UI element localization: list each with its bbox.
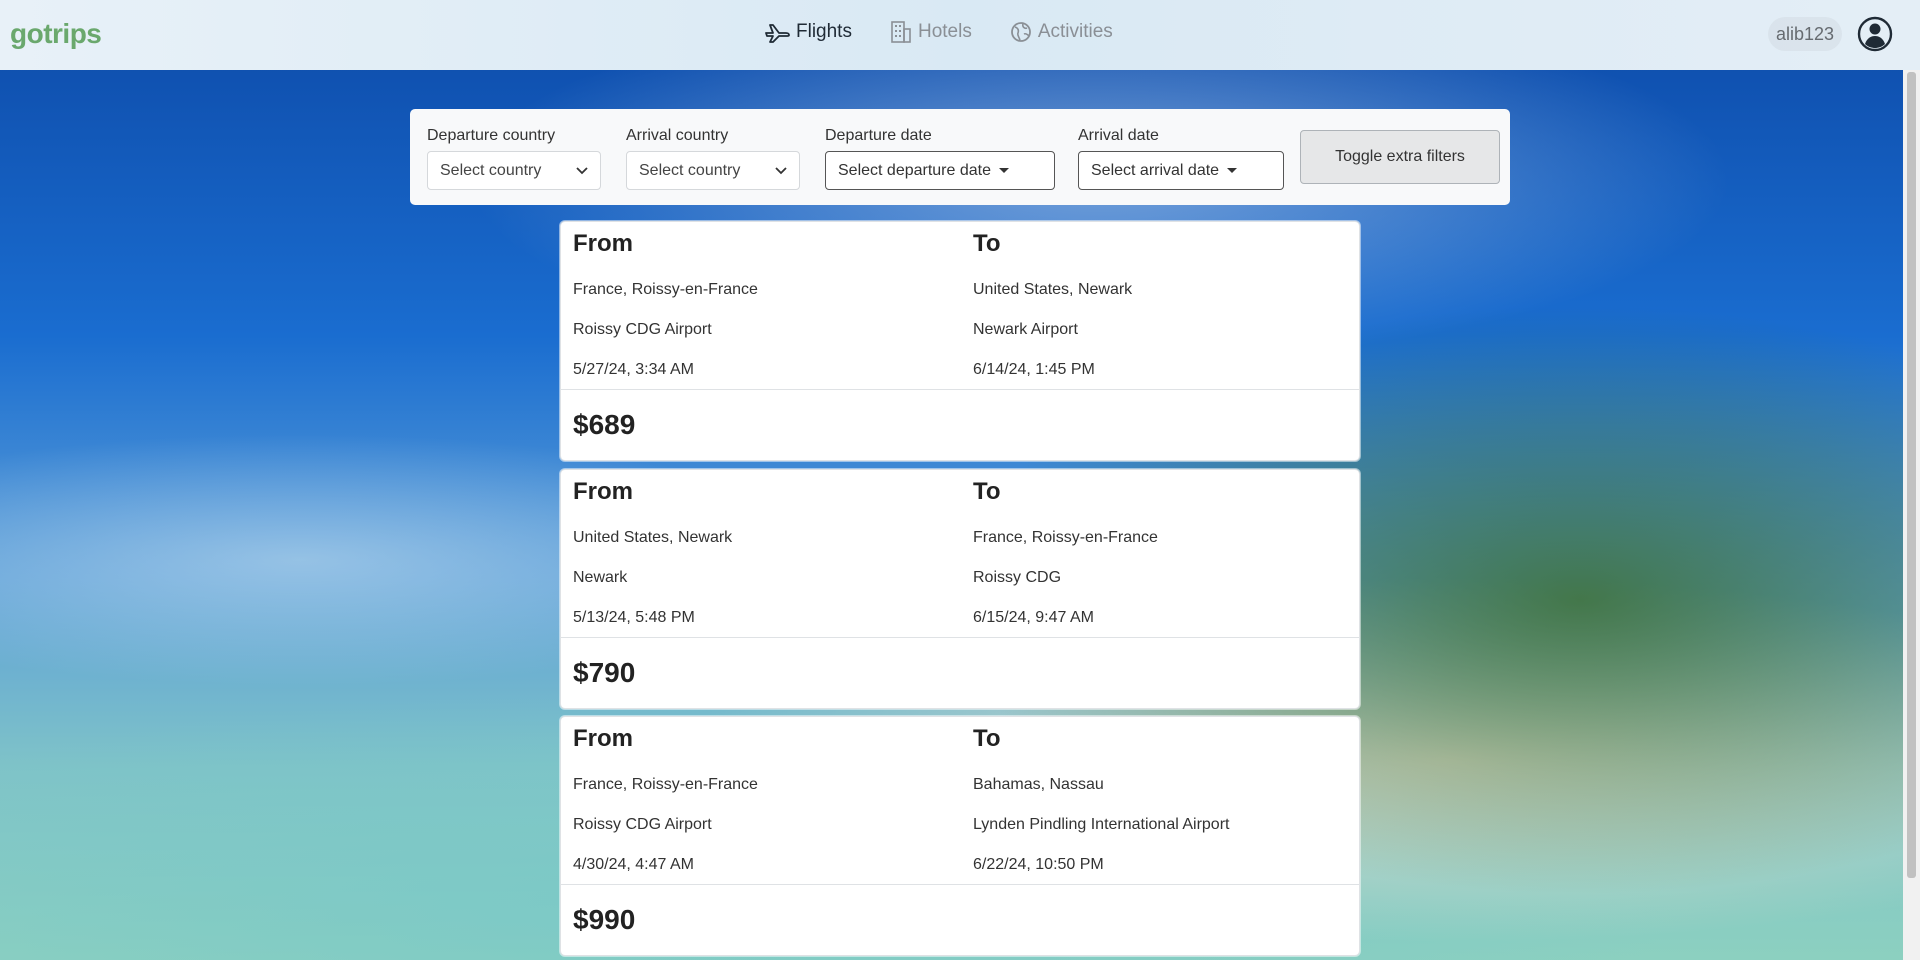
- flight-card[interactable]: From France, Roissy-en-France Roissy CDG…: [560, 221, 1360, 461]
- from-column: From United States, Newark Newark 5/13/2…: [573, 478, 732, 630]
- caret-down-icon: [999, 168, 1009, 173]
- flight-card[interactable]: From France, Roissy-en-France Roissy CDG…: [560, 716, 1360, 956]
- departure-country-select[interactable]: Select country: [427, 151, 601, 190]
- nav-flights[interactable]: Flights: [764, 20, 852, 44]
- to-datetime: 6/22/24, 10:50 PM: [973, 856, 1104, 873]
- nav-hotels[interactable]: Hotels: [890, 20, 972, 44]
- plane-icon: [764, 21, 790, 43]
- from-airport: Roissy CDG Airport: [573, 321, 712, 338]
- to-airport: Newark Airport: [973, 321, 1078, 338]
- page-scrollbar[interactable]: [1903, 70, 1920, 960]
- arrival-date-label: Arrival date: [1078, 127, 1159, 144]
- nav-hotels-label: Hotels: [917, 21, 972, 42]
- flight-card[interactable]: From United States, Newark Newark 5/13/2…: [560, 469, 1360, 709]
- arrival-date-dropdown[interactable]: Select arrival date: [1078, 151, 1284, 190]
- chevron-down-icon: [775, 162, 787, 180]
- from-heading: From: [573, 230, 633, 257]
- from-location: France, Roissy-en-France: [573, 776, 758, 793]
- to-datetime: 6/15/24, 9:47 AM: [973, 609, 1094, 626]
- account-icon[interactable]: [1856, 15, 1894, 58]
- from-datetime: 5/13/24, 5:48 PM: [573, 609, 695, 626]
- chevron-down-icon: [576, 162, 588, 180]
- search-filters: Departure country Select country Arrival…: [410, 109, 1510, 205]
- arrival-date-value: Select arrival date: [1091, 161, 1220, 179]
- to-column: To Bahamas, Nassau Lynden Pindling Inter…: [973, 725, 1229, 877]
- from-column: From France, Roissy-en-France Roissy CDG…: [573, 725, 758, 877]
- caret-down-icon: [1227, 168, 1238, 173]
- to-column: To United States, Newark Newark Airport …: [973, 230, 1132, 382]
- main-nav: Flights Hotels Activities: [764, 20, 1113, 44]
- to-datetime: 6/14/24, 1:45 PM: [973, 361, 1095, 378]
- to-location: United States, Newark: [973, 281, 1133, 298]
- to-location: Bahamas, Nassau: [973, 776, 1104, 793]
- to-airport: Lynden Pindling International Airport: [973, 816, 1230, 833]
- from-airport: Roissy CDG Airport: [573, 816, 712, 833]
- logo[interactable]: gotrips: [10, 18, 102, 50]
- departure-date-group: Departure date Select departure date: [825, 127, 1055, 190]
- from-location: France, Roissy-en-France: [573, 281, 758, 298]
- flight-details: From United States, Newark Newark 5/13/2…: [561, 470, 1359, 638]
- from-heading: From: [573, 725, 633, 752]
- from-datetime: 5/27/24, 3:34 AM: [573, 361, 694, 378]
- from-column: From France, Roissy-en-France Roissy CDG…: [573, 230, 758, 382]
- arrival-date-group: Arrival date Select arrival date: [1078, 127, 1284, 190]
- to-heading: To: [973, 478, 1001, 505]
- nav-activities[interactable]: Activities: [1010, 20, 1113, 44]
- flight-price: $990: [573, 904, 636, 935]
- to-column: To France, Roissy-en-France Roissy CDG 6…: [973, 478, 1158, 630]
- arrival-country-value: Select country: [639, 161, 741, 179]
- departure-country-value: Select country: [440, 161, 542, 179]
- to-heading: To: [973, 230, 1001, 257]
- departure-country-group: Departure country Select country: [427, 127, 601, 190]
- arrival-country-label: Arrival country: [626, 127, 729, 144]
- from-heading: From: [573, 478, 633, 505]
- flight-price: $790: [573, 657, 636, 688]
- username-chip[interactable]: alib123: [1768, 17, 1843, 51]
- departure-date-value: Select departure date: [838, 161, 991, 179]
- departure-date-label: Departure date: [825, 127, 932, 144]
- to-location: France, Roissy-en-France: [973, 529, 1158, 546]
- departure-date-dropdown[interactable]: Select departure date: [825, 151, 1055, 190]
- arrival-country-group: Arrival country Select country: [626, 127, 800, 190]
- top-navbar: gotrips Flights Hotels Activities alib12…: [0, 0, 1920, 70]
- flight-details: From France, Roissy-en-France Roissy CDG…: [561, 222, 1359, 390]
- to-heading: To: [973, 725, 1001, 752]
- building-icon: [890, 20, 912, 44]
- from-location: United States, Newark: [573, 529, 733, 546]
- toggle-extra-filters-button[interactable]: Toggle extra filters: [1300, 130, 1500, 184]
- globe-icon: [1010, 21, 1032, 43]
- departure-country-label: Departure country: [427, 127, 556, 144]
- from-airport: Newark: [573, 569, 628, 586]
- from-datetime: 4/30/24, 4:47 AM: [573, 856, 694, 873]
- nav-flights-label: Flights: [796, 21, 852, 42]
- to-airport: Roissy CDG: [973, 569, 1062, 586]
- flight-details: From France, Roissy-en-France Roissy CDG…: [561, 717, 1359, 885]
- nav-activities-label: Activities: [1037, 21, 1113, 42]
- flight-price: $689: [573, 409, 636, 440]
- scrollbar-thumb[interactable]: [1907, 72, 1916, 878]
- arrival-country-select[interactable]: Select country: [626, 151, 800, 190]
